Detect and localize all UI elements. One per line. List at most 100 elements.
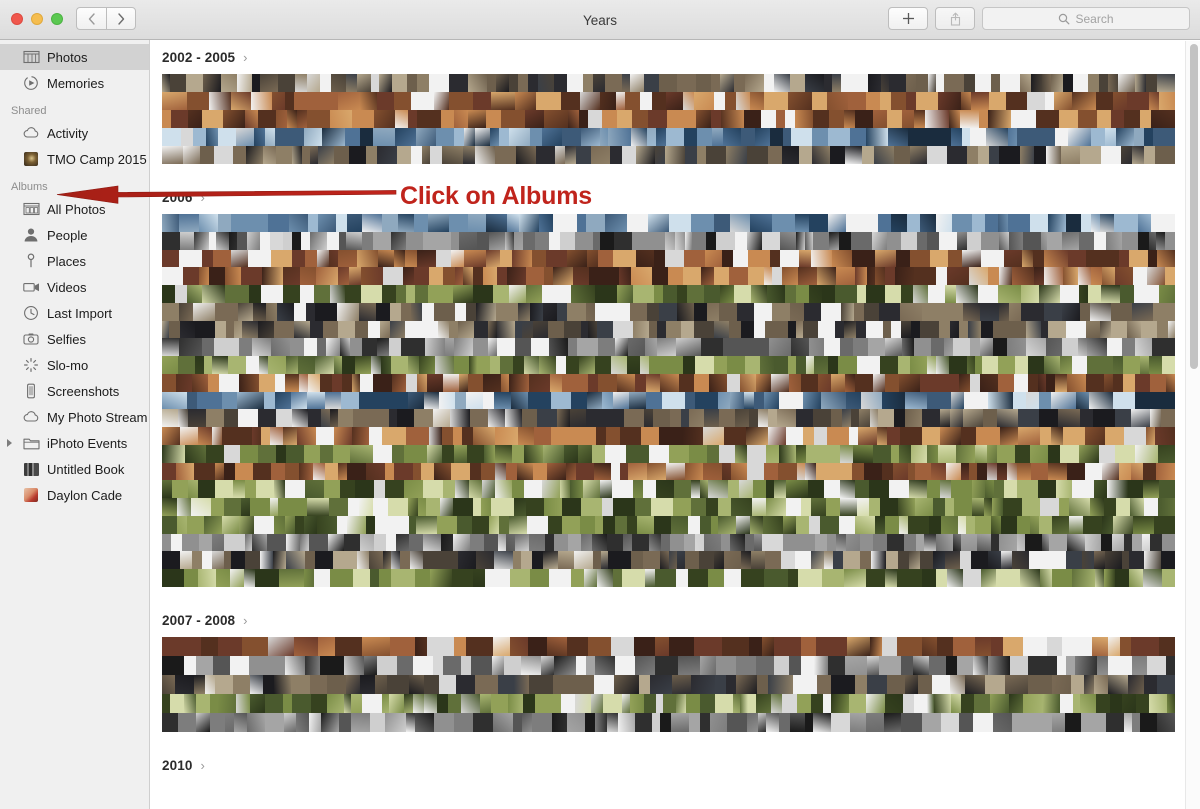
- photo-thumbnail[interactable]: [283, 231, 292, 250]
- photo-thumbnail[interactable]: [1107, 675, 1128, 694]
- photo-thumbnail[interactable]: [242, 637, 269, 656]
- photo-thumbnail[interactable]: [1092, 713, 1106, 732]
- photo-thumbnail[interactable]: [854, 480, 869, 498]
- photo-thumbnail[interactable]: [1134, 338, 1153, 356]
- photo-thumbnail[interactable]: [781, 146, 800, 164]
- photo-thumbnail[interactable]: [178, 214, 200, 232]
- photo-thumbnail[interactable]: [926, 694, 935, 713]
- photo-thumbnail[interactable]: [611, 480, 633, 498]
- photo-thumbnail[interactable]: [811, 551, 825, 569]
- photo-thumbnail[interactable]: [674, 480, 692, 498]
- photo-thumbnail[interactable]: [286, 356, 299, 374]
- photo-thumbnail[interactable]: [470, 656, 493, 675]
- photo-thumbnail[interactable]: [867, 338, 885, 356]
- photo-thumbnail[interactable]: [1161, 569, 1175, 587]
- photo-thumbnail[interactable]: [830, 675, 855, 694]
- photo-thumbnail[interactable]: [882, 637, 897, 656]
- photo-thumbnail[interactable]: [795, 515, 810, 534]
- photo-thumbnail[interactable]: [343, 656, 364, 675]
- photo-thumbnail[interactable]: [733, 285, 752, 303]
- photo-thumbnail[interactable]: [960, 462, 970, 481]
- photo-thumbnail[interactable]: [1040, 231, 1048, 250]
- photo-thumbnail[interactable]: [349, 444, 374, 463]
- photo-thumbnail[interactable]: [659, 373, 679, 392]
- photo-thumbnail[interactable]: [979, 338, 994, 356]
- photo-thumbnail[interactable]: [358, 302, 377, 321]
- photo-thumbnail[interactable]: [1015, 444, 1030, 463]
- photo-thumbnail[interactable]: [1022, 637, 1048, 656]
- photo-thumbnail[interactable]: [290, 675, 311, 694]
- photo-thumbnail[interactable]: [557, 551, 575, 569]
- photo-thumbnail[interactable]: [576, 462, 595, 481]
- photo-thumbnail[interactable]: [532, 462, 548, 481]
- photo-thumbnail[interactable]: [1023, 694, 1044, 713]
- photo-thumbnail[interactable]: [961, 533, 977, 552]
- photo-thumbnail[interactable]: [648, 110, 668, 128]
- photo-thumbnail[interactable]: [947, 249, 962, 268]
- photo-thumbnail[interactable]: [1086, 373, 1104, 392]
- photo-thumbnail[interactable]: [1022, 498, 1041, 516]
- photo-thumbnail[interactable]: [710, 713, 727, 732]
- photo-thumbnail[interactable]: [413, 462, 421, 481]
- photo-thumbnail[interactable]: [1040, 320, 1048, 339]
- sidebar-item-untitled-book[interactable]: Untitled Book: [0, 456, 149, 482]
- photo-thumbnail[interactable]: [960, 427, 976, 445]
- photo-thumbnail[interactable]: [632, 480, 644, 498]
- photo-thumbnail[interactable]: [379, 569, 391, 587]
- photo-thumbnail[interactable]: [1065, 713, 1081, 732]
- photo-thumbnail[interactable]: [1065, 214, 1081, 232]
- photo-thumbnail[interactable]: [343, 694, 352, 713]
- photo-thumbnail[interactable]: [653, 285, 664, 303]
- photo-thumbnail[interactable]: [341, 551, 357, 569]
- photo-thumbnail[interactable]: [911, 320, 920, 339]
- photo-thumbnail[interactable]: [340, 338, 350, 356]
- photo-thumbnail[interactable]: [326, 338, 341, 356]
- photo-thumbnail[interactable]: [1159, 480, 1175, 498]
- photo-thumbnail[interactable]: [351, 373, 360, 392]
- photo-thumbnail[interactable]: [927, 391, 951, 410]
- photo-thumbnail[interactable]: [1129, 249, 1148, 268]
- photo-thumbnail[interactable]: [229, 569, 245, 587]
- photo-thumbnail[interactable]: [921, 637, 937, 656]
- photo-thumbnail[interactable]: [590, 694, 604, 713]
- photo-thumbnail[interactable]: [1011, 551, 1029, 569]
- photo-thumbnail[interactable]: [232, 480, 246, 498]
- photo-thumbnail[interactable]: [524, 356, 540, 374]
- photo-thumbnail[interactable]: [787, 320, 796, 339]
- photo-thumbnail[interactable]: [1157, 713, 1175, 732]
- photo-thumbnail[interactable]: [1090, 498, 1105, 516]
- photo-thumbnail[interactable]: [355, 320, 369, 339]
- photo-thumbnail[interactable]: [245, 480, 256, 498]
- photo-thumbnail[interactable]: [436, 694, 448, 713]
- photo-thumbnail[interactable]: [247, 713, 265, 732]
- photo-thumbnail[interactable]: [567, 533, 581, 552]
- photo-thumbnail[interactable]: [721, 249, 734, 268]
- photo-thumbnail[interactable]: [295, 713, 310, 732]
- photo-thumbnail[interactable]: [765, 498, 786, 516]
- photo-thumbnail[interactable]: [1145, 427, 1155, 445]
- photo-thumbnail[interactable]: [528, 373, 550, 392]
- photo-thumbnail[interactable]: [1012, 391, 1026, 410]
- photo-thumbnail[interactable]: [654, 569, 677, 587]
- photo-thumbnail[interactable]: [231, 92, 252, 110]
- photo-thumbnail[interactable]: [809, 285, 822, 303]
- photo-thumbnail[interactable]: [469, 480, 482, 498]
- photo-thumbnail[interactable]: [1107, 74, 1119, 92]
- photo-thumbnail[interactable]: [854, 267, 867, 285]
- photo-thumbnail[interactable]: [968, 320, 982, 339]
- photo-thumbnail[interactable]: [382, 267, 404, 285]
- photo-thumbnail[interactable]: [235, 128, 255, 146]
- photo-thumbnail[interactable]: [867, 675, 887, 694]
- photo-thumbnail[interactable]: [512, 551, 522, 569]
- photo-thumbnail[interactable]: [666, 92, 684, 110]
- photo-thumbnail[interactable]: [796, 694, 812, 713]
- photo-thumbnail[interactable]: [619, 267, 632, 285]
- photo-thumbnail[interactable]: [636, 146, 656, 164]
- photo-thumbnail[interactable]: [1165, 231, 1175, 250]
- photo-thumbnail[interactable]: [1166, 656, 1175, 675]
- photo-thumbnail[interactable]: [162, 92, 187, 110]
- photo-thumbnail[interactable]: [763, 569, 789, 587]
- photo-thumbnail[interactable]: [530, 338, 549, 356]
- photo-thumbnail[interactable]: [215, 480, 233, 498]
- photo-thumbnail[interactable]: [1087, 74, 1099, 92]
